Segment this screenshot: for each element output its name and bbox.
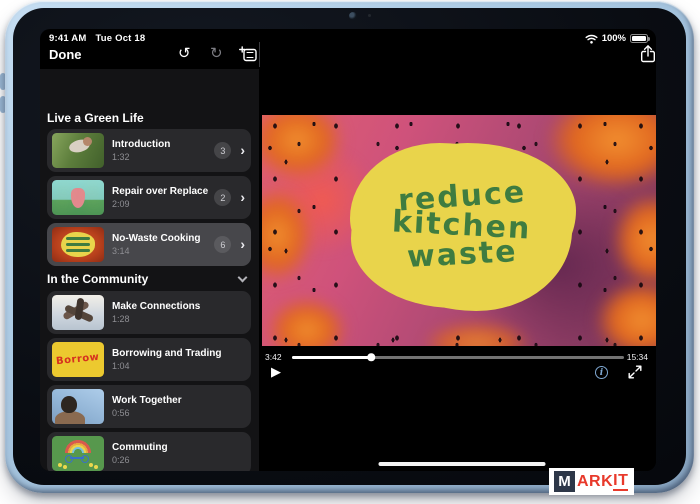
item-title: Commuting: [112, 442, 245, 453]
list-item-repair-over-replace[interactable]: Repair over Replace 2:09 2 ›: [47, 176, 251, 219]
playhead-handle[interactable]: [367, 354, 375, 362]
chevron-right-icon: ›: [240, 237, 245, 251]
item-duration: 1:28: [112, 314, 245, 324]
video-thumbnail: [52, 389, 104, 424]
chevron-right-icon: ›: [240, 190, 245, 204]
undo-icon[interactable]: ↺: [178, 44, 191, 62]
video-thumbnail: [52, 295, 104, 330]
item-duration: 2:09: [112, 199, 206, 209]
total-time: 15:34: [627, 352, 648, 362]
section-header-in-the-community[interactable]: In the Community: [47, 272, 251, 286]
watermark-text: ARK: [577, 473, 613, 491]
add-clip-icon[interactable]: [239, 46, 257, 62]
clock-date: 9:41 AM Tue Oct 18: [49, 33, 145, 44]
screen: 9:41 AM Tue Oct 18 100%: [40, 29, 656, 471]
info-icon[interactable]: i: [595, 366, 608, 379]
fullscreen-expand-icon[interactable]: [628, 365, 642, 379]
markit-watermark: M ARK IT: [549, 468, 634, 495]
play-button[interactable]: ▶: [271, 365, 281, 380]
home-indicator[interactable]: [378, 462, 545, 467]
camera-sensor-dot: [368, 14, 371, 17]
chevron-down-icon: [238, 272, 248, 282]
toolbar-divider: [259, 42, 260, 67]
status-bar: 9:41 AM Tue Oct 18 100%: [40, 29, 656, 45]
section-title: Live a Green Life: [47, 111, 144, 125]
list-item-commuting[interactable]: Commuting 0:26: [47, 432, 251, 471]
status-time: 9:41 AM: [49, 33, 86, 44]
list-item-make-connections[interactable]: Make Connections 1:28: [47, 291, 251, 334]
share-icon[interactable]: [641, 45, 655, 63]
watermark-logo-m: M: [554, 471, 575, 492]
scrubber-track[interactable]: [292, 356, 624, 359]
playlist-sidebar: Live a Green Life Introduction 1:32 3 ›: [40, 69, 259, 471]
video-thumbnail: [52, 180, 104, 215]
video-thumbnail: [52, 436, 104, 471]
item-duration: 1:32: [112, 152, 206, 162]
item-title: Make Connections: [112, 301, 245, 312]
item-title: Work Together: [112, 395, 245, 406]
watermark-text-underlined: IT: [613, 473, 628, 491]
video-thumbnail: Borrow: [52, 342, 104, 377]
thumbnail-text: Borrow: [56, 352, 100, 367]
clip-count-badge: 6: [214, 236, 231, 253]
battery-percent: 100%: [602, 33, 626, 44]
video-title-line: waste: [406, 237, 518, 272]
list-item-borrowing-and-trading[interactable]: Borrow Borrowing and Trading 1:04: [47, 338, 251, 381]
section-title: In the Community: [47, 272, 148, 286]
done-button[interactable]: Done: [49, 47, 82, 62]
battery-icon: [630, 34, 648, 43]
chevron-right-icon: ›: [240, 143, 245, 157]
item-duration: 0:56: [112, 408, 245, 418]
item-title: Introduction: [112, 139, 206, 150]
redo-icon[interactable]: ↻: [210, 44, 223, 62]
clip-count-badge: 2: [214, 189, 231, 206]
list-item-work-together[interactable]: Work Together 0:56: [47, 385, 251, 428]
item-duration: 0:26: [112, 455, 245, 465]
scrubber-played: [292, 356, 371, 359]
item-title: No-Waste Cooking: [112, 233, 206, 244]
ipad-device-frame: 9:41 AM Tue Oct 18 100%: [5, 1, 694, 493]
item-duration: 1:04: [112, 361, 245, 371]
page-background: 9:41 AM Tue Oct 18 100%: [0, 0, 700, 504]
video-title-blob: reduce kitchen waste: [356, 145, 568, 305]
video-canvas[interactable]: reduce kitchen waste: [262, 115, 656, 346]
elapsed-time: 3:42: [265, 352, 282, 362]
section-header-live-a-green-life: Live a Green Life: [47, 111, 251, 125]
player-pane: reduce kitchen waste 3:42 15:34 ▶ i: [259, 69, 656, 471]
video-thumbnail: [52, 227, 104, 262]
item-title: Repair over Replace: [112, 186, 206, 197]
ipad-bezel: 9:41 AM Tue Oct 18 100%: [13, 8, 686, 485]
list-item-no-waste-cooking-selected[interactable]: No-Waste Cooking 3:14 6 ›: [47, 223, 251, 266]
wifi-icon: [585, 34, 598, 44]
front-camera: [349, 12, 357, 20]
list-item-introduction[interactable]: Introduction 1:32 3 ›: [47, 129, 251, 172]
item-duration: 3:14: [112, 246, 206, 256]
item-title: Borrowing and Trading: [112, 348, 245, 359]
clip-count-badge: 3: [214, 142, 231, 159]
status-date: Tue Oct 18: [95, 33, 145, 44]
video-thumbnail: [52, 133, 104, 168]
